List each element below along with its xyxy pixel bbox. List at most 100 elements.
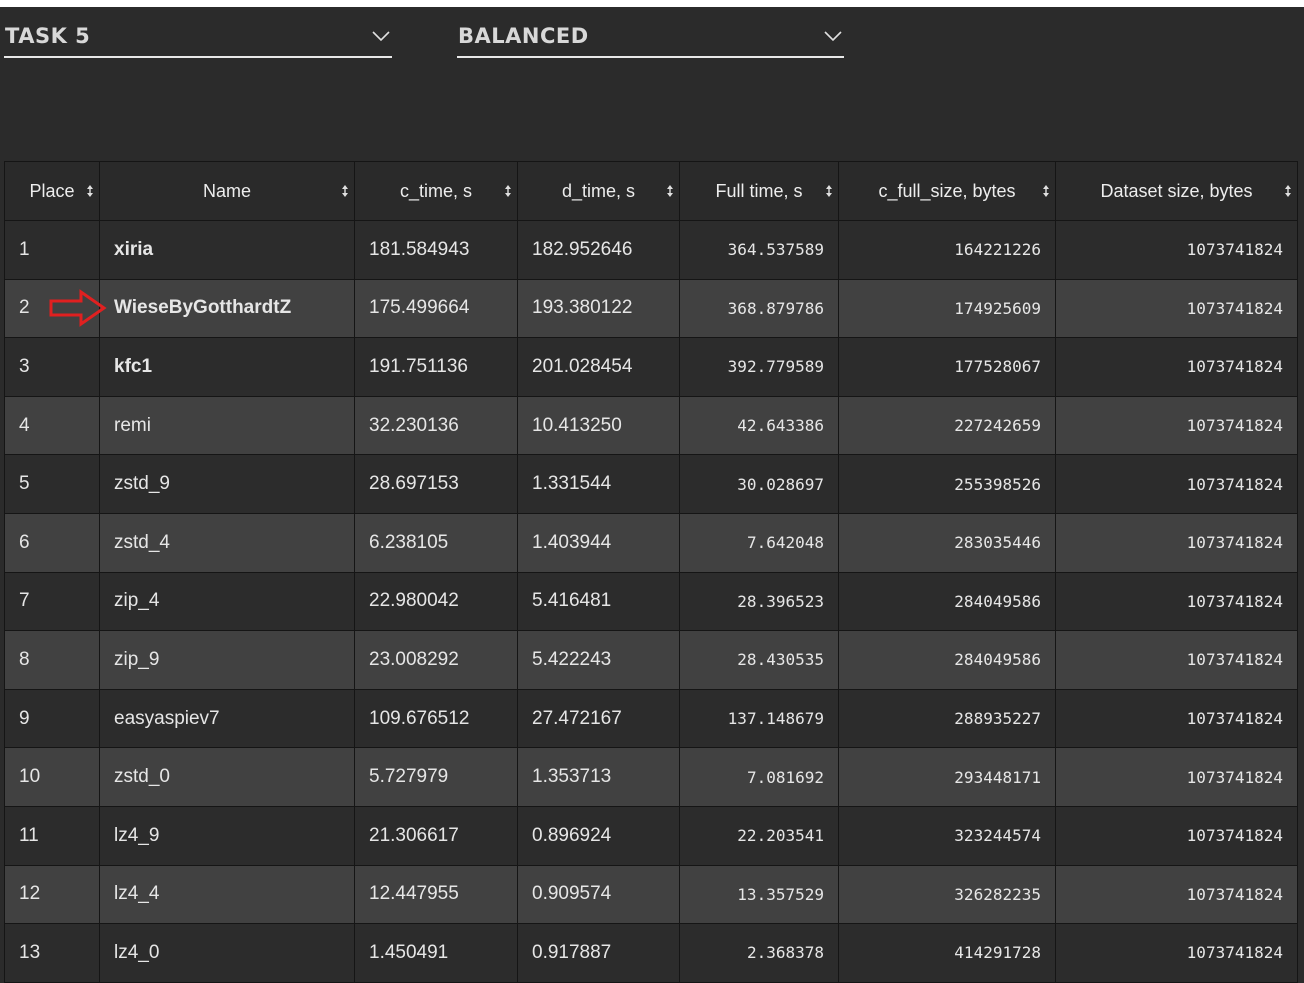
c-time-cell: 181.584943 bbox=[354, 220, 518, 280]
d-time-cell: 5.422243 bbox=[517, 630, 680, 690]
c-full-size-cell: 323244574 bbox=[838, 805, 1056, 866]
c-full-size-cell: 283035446 bbox=[838, 512, 1056, 573]
c-full-size-cell: 177528067 bbox=[838, 337, 1056, 397]
column-header-label: Place bbox=[29, 180, 75, 201]
c-full-size-cell: 284049586 bbox=[838, 630, 1056, 690]
mode-select[interactable]: BALANCED bbox=[457, 20, 844, 58]
results-table: Place Name c_time, s d_time, s Full time, s c… bbox=[4, 161, 1298, 983]
column-header-label: Name bbox=[202, 180, 251, 201]
full-time-cell: 368.879786 bbox=[679, 278, 839, 339]
d-time-cell: 0.896924 bbox=[517, 805, 680, 866]
full-time-cell: 392.779589 bbox=[679, 337, 839, 397]
mode-select-value: BALANCED bbox=[458, 24, 589, 48]
full-time-cell: 22.203541 bbox=[679, 805, 839, 866]
table-row: 10 zstd_0 5.727979 1.353713 7.081692 29344817… bbox=[4, 747, 1298, 807]
column-header-name[interactable]: Name bbox=[99, 161, 355, 221]
name-cell: remi bbox=[99, 395, 355, 456]
full-time-cell: 13.357529 bbox=[679, 864, 839, 925]
full-time-cell: 28.430535 bbox=[679, 630, 839, 690]
sort-icon[interactable] bbox=[667, 185, 673, 197]
column-header-label: c_time, s bbox=[399, 180, 473, 201]
full-time-cell: 7.081692 bbox=[679, 747, 839, 807]
table-row: 13 lz4_0 1.450491 0.917887 2.368378 414291728… bbox=[4, 923, 1298, 983]
c-time-cell: 1.450491 bbox=[354, 923, 518, 983]
c-time-cell: 175.499664 bbox=[354, 278, 518, 339]
column-header-dataset-size-bytes[interactable]: Dataset size, bytes bbox=[1055, 161, 1298, 221]
c-full-size-cell: 227242659 bbox=[838, 395, 1056, 456]
c-time-cell: 28.697153 bbox=[354, 454, 518, 514]
name-cell: lz4_0 bbox=[99, 923, 355, 983]
column-header-label: c_full_size, bytes bbox=[878, 180, 1016, 201]
c-time-cell: 5.727979 bbox=[354, 747, 518, 807]
column-header-label: Full time, s bbox=[715, 180, 803, 201]
column-header-full-time-s[interactable]: Full time, s bbox=[679, 161, 839, 221]
d-time-cell: 0.909574 bbox=[517, 864, 680, 925]
dataset-size-cell: 1073741824 bbox=[1055, 395, 1298, 456]
c-full-size-cell: 174925609 bbox=[838, 278, 1056, 339]
c-full-size-cell: 164221226 bbox=[838, 220, 1056, 280]
full-time-cell: 364.537589 bbox=[679, 220, 839, 280]
c-full-size-cell: 288935227 bbox=[838, 688, 1056, 749]
place-cell: 3 bbox=[4, 337, 100, 397]
sort-icon[interactable] bbox=[1285, 185, 1291, 197]
dataset-size-cell: 1073741824 bbox=[1055, 337, 1298, 397]
name-cell: zstd_9 bbox=[99, 454, 355, 514]
table-row: 5 zstd_9 28.697153 1.331544 30.028697 2553985… bbox=[4, 454, 1298, 514]
c-time-cell: 22.980042 bbox=[354, 571, 518, 632]
table-row: 2 WieseByGotthardtZ 175.499664 193.380122 36… bbox=[4, 278, 1298, 339]
table-row: 9 easyaspiev7 109.676512 27.472167 137.14867… bbox=[4, 688, 1298, 749]
table-row: 12 lz4_4 12.447955 0.909574 13.357529 3262822… bbox=[4, 864, 1298, 925]
chevron-down-icon bbox=[372, 31, 390, 42]
c-full-size-cell: 414291728 bbox=[838, 923, 1056, 983]
sort-icon[interactable] bbox=[1043, 185, 1049, 197]
c-time-cell: 23.008292 bbox=[354, 630, 518, 690]
dataset-size-cell: 1073741824 bbox=[1055, 747, 1298, 807]
place-cell: 13 bbox=[4, 923, 100, 983]
table-row: 1 xiria 181.584943 182.952646 364.537589 1642… bbox=[4, 220, 1298, 280]
column-header-label: Dataset size, bytes bbox=[1100, 180, 1253, 201]
c-time-cell: 32.230136 bbox=[354, 395, 518, 456]
place-cell: 6 bbox=[4, 512, 100, 573]
c-time-cell: 6.238105 bbox=[354, 512, 518, 573]
sort-icon[interactable] bbox=[505, 185, 511, 197]
place-cell: 4 bbox=[4, 395, 100, 456]
c-full-size-cell: 293448171 bbox=[838, 747, 1056, 807]
dataset-size-cell: 1073741824 bbox=[1055, 864, 1298, 925]
d-time-cell: 5.416481 bbox=[517, 571, 680, 632]
dataset-size-cell: 1073741824 bbox=[1055, 512, 1298, 573]
place-cell: 9 bbox=[4, 688, 100, 749]
place-cell: 10 bbox=[4, 747, 100, 807]
column-header-place[interactable]: Place bbox=[4, 161, 100, 221]
name-cell: lz4_4 bbox=[99, 864, 355, 925]
sort-icon[interactable] bbox=[87, 185, 93, 197]
name-cell: zip_4 bbox=[99, 571, 355, 632]
d-time-cell: 193.380122 bbox=[517, 278, 680, 339]
right-arrow-icon bbox=[49, 289, 107, 327]
full-time-cell: 137.148679 bbox=[679, 688, 839, 749]
name-cell: zstd_4 bbox=[99, 512, 355, 573]
place-cell: 7 bbox=[4, 571, 100, 632]
sort-icon[interactable] bbox=[342, 185, 348, 197]
name-cell: easyaspiev7 bbox=[99, 688, 355, 749]
top-border bbox=[0, 0, 1304, 7]
dataset-size-cell: 1073741824 bbox=[1055, 220, 1298, 280]
table-body: 1 xiria 181.584943 182.952646 364.537589 1642… bbox=[4, 220, 1298, 983]
c-full-size-cell: 326282235 bbox=[838, 864, 1056, 925]
dataset-size-cell: 1073741824 bbox=[1055, 923, 1298, 983]
name-cell: xiria bbox=[99, 220, 355, 280]
task-select[interactable]: TASK 5 bbox=[4, 20, 392, 58]
table-row: 11 lz4_9 21.306617 0.896924 22.203541 3232445… bbox=[4, 805, 1298, 866]
full-time-cell: 42.643386 bbox=[679, 395, 839, 456]
column-header-d-time-s[interactable]: d_time, s bbox=[517, 161, 680, 221]
dataset-size-cell: 1073741824 bbox=[1055, 688, 1298, 749]
full-time-cell: 28.396523 bbox=[679, 571, 839, 632]
place-cell: 1 bbox=[4, 220, 100, 280]
table-row: 4 remi 32.230136 10.413250 42.643386 22724265… bbox=[4, 395, 1298, 456]
dataset-size-cell: 1073741824 bbox=[1055, 805, 1298, 866]
sort-icon[interactable] bbox=[826, 185, 832, 197]
column-header-c-time-s[interactable]: c_time, s bbox=[354, 161, 518, 221]
chevron-down-icon bbox=[824, 31, 842, 42]
column-header-c-full-size-bytes[interactable]: c_full_size, bytes bbox=[838, 161, 1056, 221]
name-cell: zstd_0 bbox=[99, 747, 355, 807]
d-time-cell: 27.472167 bbox=[517, 688, 680, 749]
